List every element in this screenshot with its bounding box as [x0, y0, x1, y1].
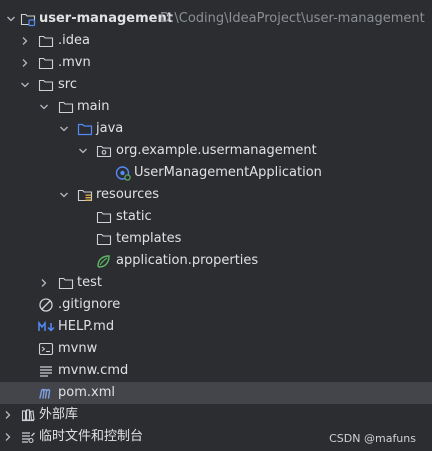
markdown-icon: [38, 316, 56, 338]
tree-row-pom-xml[interactable]: pom.xml: [0, 382, 432, 404]
tree-label-src: src: [58, 77, 77, 92]
tree-label-app-class: UserManagementApplication: [134, 165, 322, 180]
module-folder-icon: [20, 8, 36, 30]
spring-properties-icon: [96, 250, 112, 272]
terminal-icon: [38, 338, 54, 360]
chevron-down-icon[interactable]: [38, 96, 50, 118]
tree-label-help-md: HELP.md: [58, 319, 115, 334]
tree-row-gitignore[interactable]: .gitignore: [0, 294, 432, 316]
chevron-down-icon[interactable]: [5, 8, 17, 30]
folder-icon: [38, 30, 54, 52]
tree-row-package[interactable]: org.example.usermanagement: [0, 140, 432, 162]
tree-row-static[interactable]: static: [0, 206, 432, 228]
package-icon: [96, 140, 112, 162]
folder-icon: [38, 52, 54, 74]
tree-row-main[interactable]: main: [0, 96, 432, 118]
tree-label-app-properties: application.properties: [116, 253, 259, 268]
chevron-right-icon[interactable]: [19, 52, 31, 74]
tree-label-static: static: [116, 209, 152, 224]
spring-boot-class-icon: [115, 162, 131, 184]
folder-icon: [96, 228, 112, 250]
tree-label-gitignore: .gitignore: [58, 297, 121, 312]
chevron-right-icon[interactable]: [2, 404, 14, 426]
maven-icon: [38, 382, 56, 404]
tree-row-templates[interactable]: templates: [0, 228, 432, 250]
tree-row-src[interactable]: src: [0, 74, 432, 96]
chevron-down-icon[interactable]: [77, 140, 89, 162]
chevron-down-icon[interactable]: [58, 184, 70, 206]
tree-row-app-class[interactable]: UserManagementApplication: [0, 162, 432, 184]
tree-label-scratches-consoles: 临时文件和控制台: [39, 429, 144, 444]
scratches-icon: [20, 426, 36, 448]
folder-icon: [58, 96, 74, 118]
gitignore-icon: [38, 294, 54, 316]
library-icon: [20, 404, 36, 426]
chevron-right-icon[interactable]: [2, 426, 14, 448]
tree-row-project-root[interactable]: user-management D:\Coding\IdeaProject\us…: [0, 8, 432, 30]
tree-label-resources: resources: [96, 187, 160, 202]
tree-row-app-properties[interactable]: application.properties: [0, 250, 432, 272]
tree-label-mvn: .mvn: [58, 55, 91, 70]
tree-row-mvnw-cmd[interactable]: mvnw.cmd: [0, 360, 432, 382]
tree-row-mvnw[interactable]: mvnw: [0, 338, 432, 360]
folder-icon: [38, 74, 54, 96]
tree-row-java[interactable]: java: [0, 118, 432, 140]
tree-label-java: java: [96, 121, 124, 136]
project-path-label: D:\Coding\IdeaProject\user-management: [160, 11, 425, 26]
folder-icon: [58, 272, 74, 294]
tree-label-main: main: [77, 99, 110, 114]
folder-icon: [96, 206, 112, 228]
tree-label-package: org.example.usermanagement: [116, 143, 317, 158]
source-folder-icon: [77, 118, 93, 140]
resources-folder-icon: [77, 184, 93, 206]
chevron-right-icon[interactable]: [38, 272, 50, 294]
tree-label-test: test: [77, 275, 102, 290]
tree-row-test[interactable]: test: [0, 272, 432, 294]
tree-label-templates: templates: [116, 231, 182, 246]
tree-label-pom-xml: pom.xml: [58, 385, 115, 400]
chevron-down-icon[interactable]: [58, 118, 70, 140]
tree-row-resources[interactable]: resources: [0, 184, 432, 206]
project-name-label: user-management: [39, 11, 173, 26]
tree-label-external-libraries: 外部库: [39, 407, 79, 422]
text-file-icon: [38, 360, 54, 382]
project-tree: user-management D:\Coding\IdeaProject\us…: [0, 0, 432, 451]
tree-row-idea[interactable]: .idea: [0, 30, 432, 52]
tree-label-mvnw-cmd: mvnw.cmd: [58, 363, 129, 378]
tree-label-mvnw: mvnw: [58, 341, 98, 356]
tree-row-help-md[interactable]: HELP.md: [0, 316, 432, 338]
tree-row-external-libraries[interactable]: 外部库: [0, 404, 432, 426]
chevron-down-icon[interactable]: [19, 74, 31, 96]
tree-row-mvn[interactable]: .mvn: [0, 52, 432, 74]
chevron-right-icon[interactable]: [19, 30, 31, 52]
watermark: CSDN @mafuns: [329, 432, 416, 445]
tree-label-idea: .idea: [58, 33, 90, 48]
